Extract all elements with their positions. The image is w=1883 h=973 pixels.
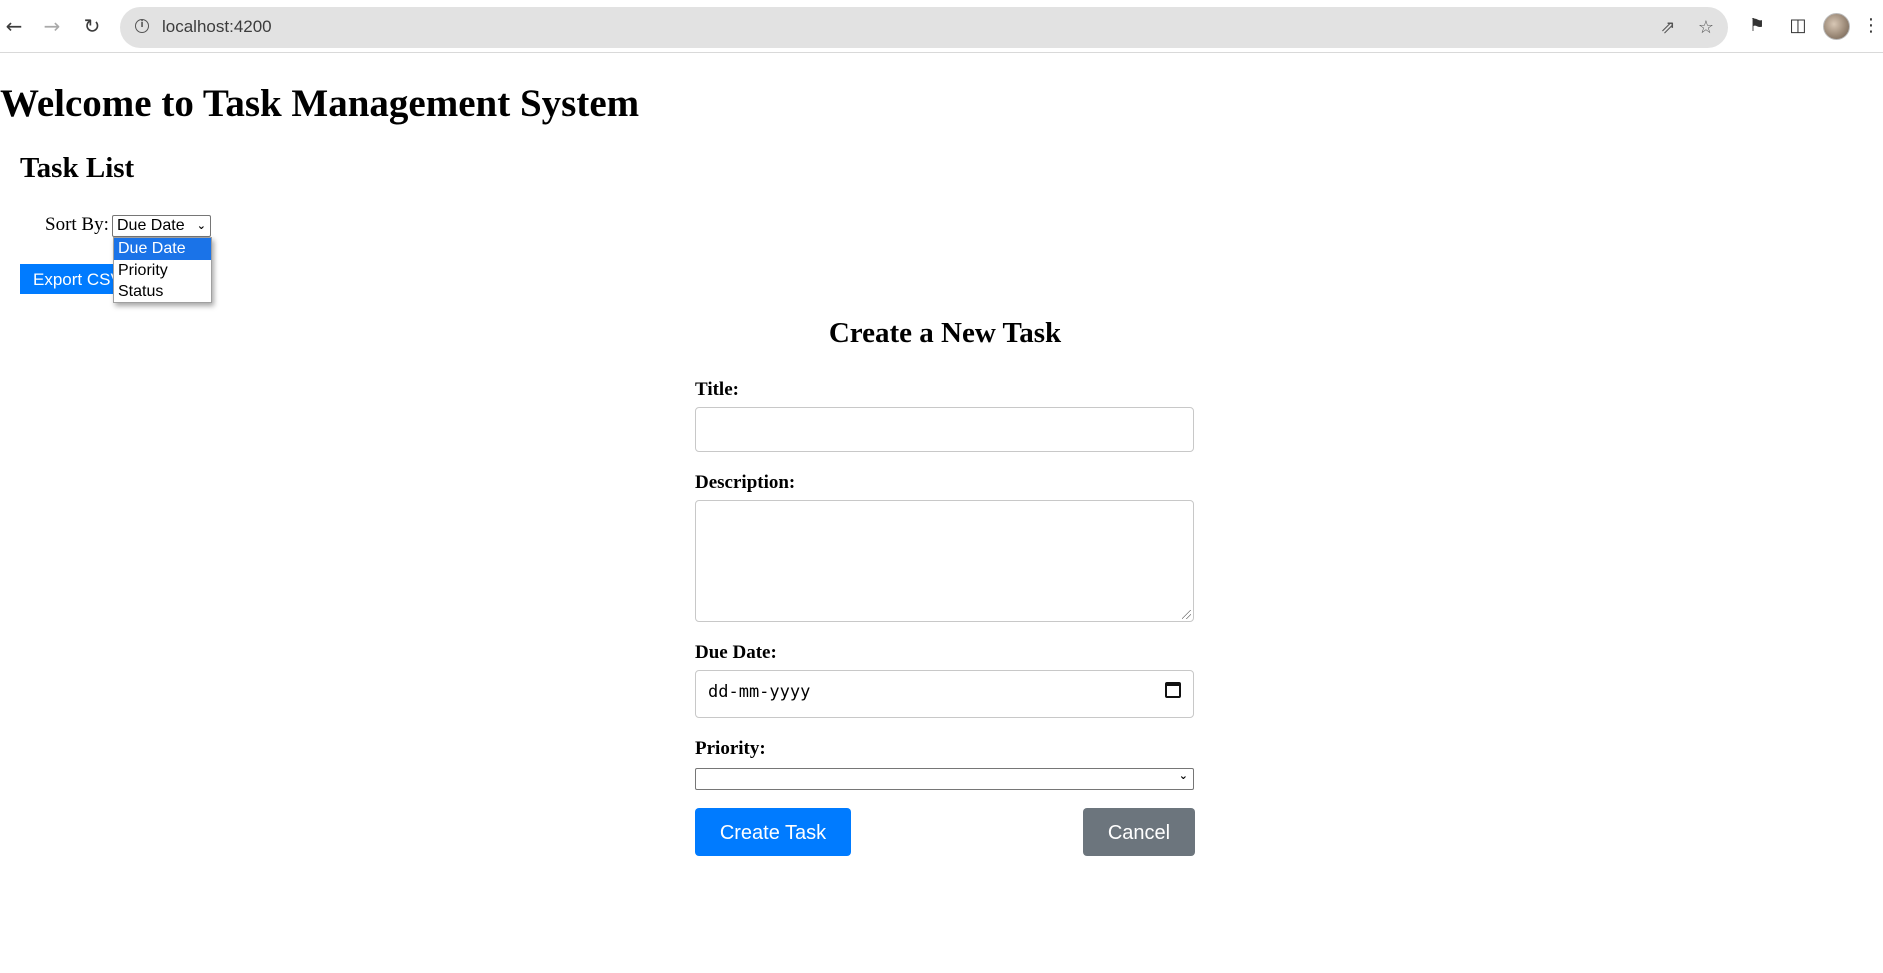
page-title: Welcome to Task Management System (0, 82, 640, 125)
avatar[interactable] (1823, 13, 1850, 40)
menu-icon[interactable]: ⋮ (1862, 13, 1880, 39)
create-task-button[interactable]: Create Task (695, 808, 851, 856)
due-date-placeholder: dd-mm-yyyy (708, 682, 811, 702)
description-label: Description: (695, 472, 796, 493)
share-icon[interactable]: ⇗ (1657, 17, 1679, 39)
url-text[interactable]: localhost:4200 (162, 17, 272, 37)
sort-label: Sort By: (45, 214, 109, 235)
due-date-input[interactable]: dd-mm-yyyy (695, 670, 1194, 718)
create-task-heading: Create a New Task (828, 317, 1062, 349)
chevron-down-icon: ⌄ (1178, 769, 1188, 782)
chevron-down-icon: ⌄ (196, 219, 206, 232)
browser-toolbar: ← → ↻ i localhost:4200 ⇗ ☆ ⚑ ◫ ⋮ (0, 0, 1883, 53)
sort-select[interactable]: Due Date ⌄ (112, 215, 211, 237)
page-content: Welcome to Task Management System Task L… (0, 53, 1883, 973)
cancel-button[interactable]: Cancel (1083, 808, 1195, 856)
sort-selected-value: Due Date (117, 217, 185, 234)
extensions-icon[interactable]: ⚑ (1744, 13, 1770, 39)
forward-icon[interactable]: → (38, 12, 66, 40)
address-bar[interactable]: i localhost:4200 ⇗ ☆ (120, 7, 1728, 48)
sort-option-status[interactable]: Status (114, 281, 211, 303)
sort-option-priority[interactable]: Priority (114, 260, 211, 282)
sort-option-due-date[interactable]: Due Date (114, 238, 211, 260)
priority-label: Priority: (695, 738, 766, 759)
sort-dropdown-list: Due Date Priority Status (113, 237, 212, 303)
resize-handle-icon[interactable] (1182, 610, 1191, 619)
due-date-label: Due Date: (695, 642, 777, 663)
info-icon[interactable]: i (135, 19, 149, 33)
calendar-icon[interactable] (1165, 682, 1181, 698)
description-textarea[interactable] (695, 500, 1194, 622)
reload-icon[interactable]: ↻ (78, 12, 106, 40)
priority-select[interactable]: ⌄ (695, 768, 1194, 790)
back-icon[interactable]: ← (0, 12, 28, 40)
title-label: Title: (695, 379, 739, 400)
title-input[interactable] (695, 407, 1194, 452)
star-icon[interactable]: ☆ (1695, 17, 1717, 39)
side-panel-icon[interactable]: ◫ (1785, 13, 1811, 39)
task-list-heading: Task List (20, 152, 135, 184)
